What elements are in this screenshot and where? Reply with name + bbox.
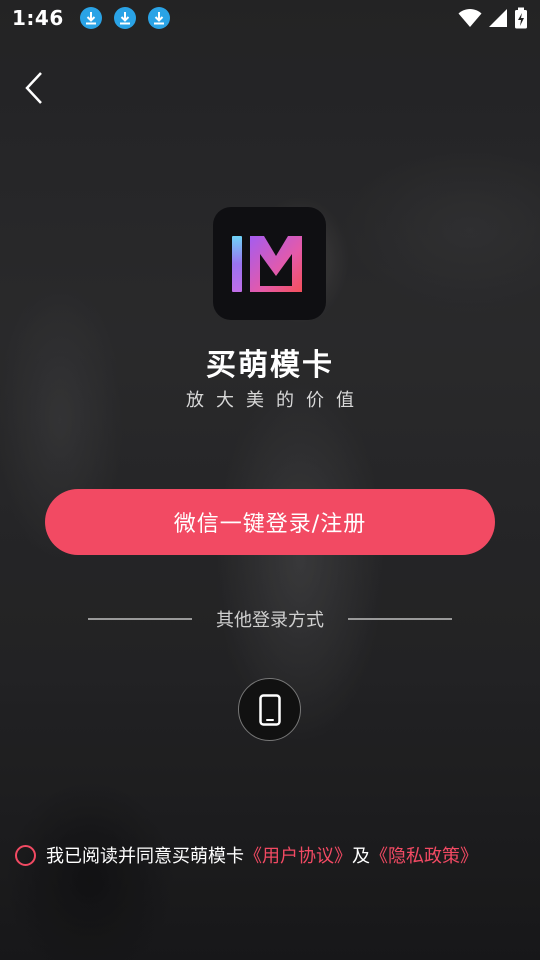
other-login-divider: 其他登录方式 [88, 606, 452, 632]
divider-line [348, 618, 452, 620]
agreement-row: 我已阅读并同意买萌模卡 《用户协议》 及 《隐私政策》 [15, 842, 535, 868]
wifi-icon [458, 9, 482, 27]
back-button[interactable] [16, 68, 52, 108]
mobile-phone-icon [258, 693, 281, 726]
signal-icon [489, 9, 507, 27]
agreement-prefix: 我已阅读并同意买萌模卡 [46, 846, 244, 867]
wechat-login-button[interactable]: 微信一键登录/注册 [45, 489, 495, 555]
privacy-policy-link[interactable]: 《隐私政策》 [370, 842, 478, 868]
agreement-joiner: 及 [352, 846, 370, 867]
download-icon [147, 7, 170, 29]
phone-login-button[interactable] [238, 678, 301, 741]
divider-line [88, 618, 192, 620]
status-time: 1:46 [12, 6, 64, 30]
download-icon [113, 7, 136, 29]
agreement-checkbox[interactable] [15, 844, 36, 866]
other-login-label: 其他登录方式 [216, 610, 324, 631]
app-slogan: 放大美的价值 [186, 390, 366, 411]
chevron-left-icon [25, 72, 42, 104]
app-name: 买萌模卡 [206, 348, 334, 383]
background-overlay [0, 0, 540, 960]
user-agreement-link[interactable]: 《用户协议》 [244, 842, 352, 868]
app-logo [213, 207, 326, 320]
download-icon [79, 7, 102, 29]
battery-charging-icon [515, 7, 527, 29]
status-right-icons [458, 7, 528, 29]
status-bar: 1:46 [0, 0, 540, 36]
